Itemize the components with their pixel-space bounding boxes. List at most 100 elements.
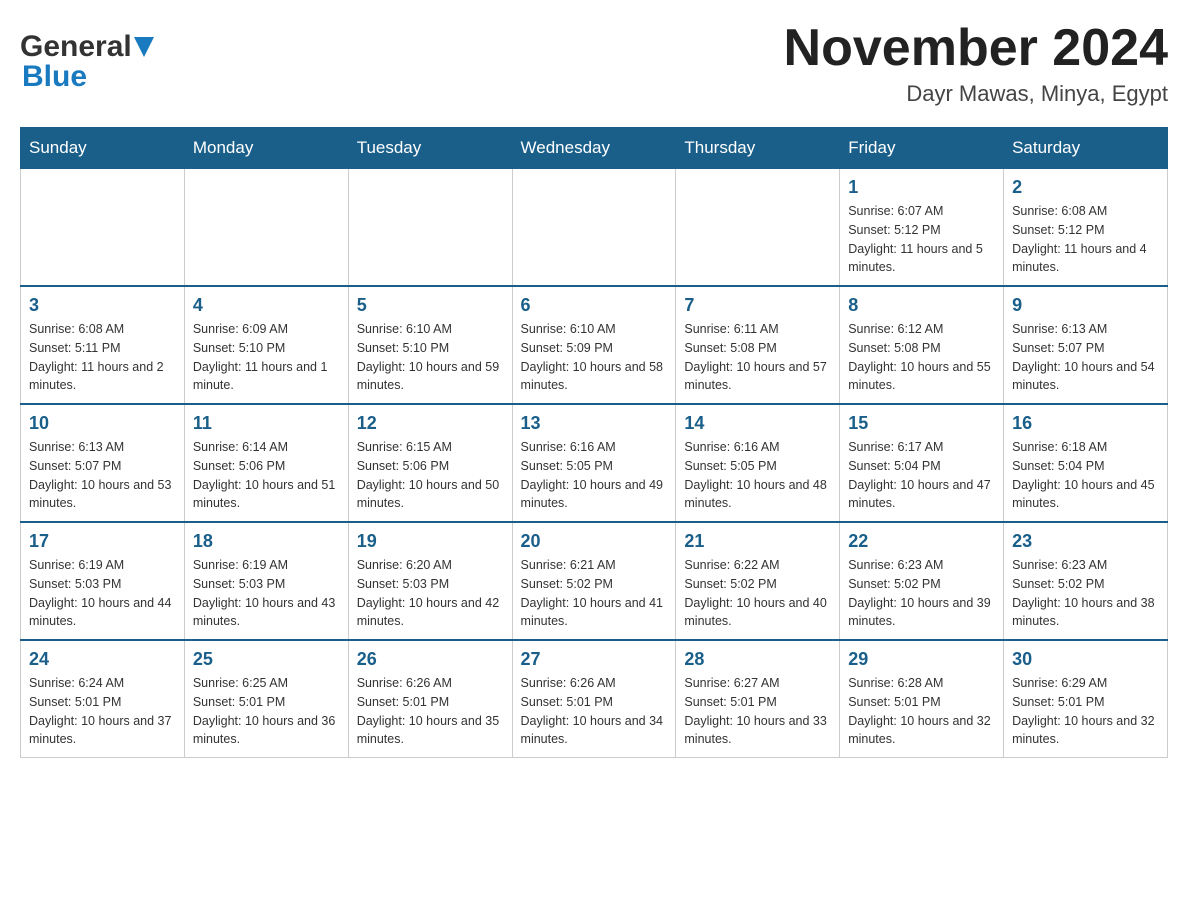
calendar-cell: 13 Sunrise: 6:16 AM Sunset: 5:05 PM Dayli… bbox=[512, 404, 676, 522]
calendar-cell: 12 Sunrise: 6:15 AM Sunset: 5:06 PM Dayli… bbox=[348, 404, 512, 522]
day-info: Sunrise: 6:10 AM Sunset: 5:09 PM Dayligh… bbox=[521, 320, 668, 395]
calendar-cell: 23 Sunrise: 6:23 AM Sunset: 5:02 PM Dayli… bbox=[1004, 522, 1168, 640]
day-number: 7 bbox=[684, 295, 831, 316]
calendar-cell: 1 Sunrise: 6:07 AM Sunset: 5:12 PM Daylig… bbox=[840, 169, 1004, 287]
day-info: Sunrise: 6:26 AM Sunset: 5:01 PM Dayligh… bbox=[521, 674, 668, 749]
day-number: 8 bbox=[848, 295, 995, 316]
day-number: 9 bbox=[1012, 295, 1159, 316]
calendar-cell: 16 Sunrise: 6:18 AM Sunset: 5:04 PM Dayli… bbox=[1004, 404, 1168, 522]
page-header: General Blue November 2024 Dayr Mawas, M… bbox=[20, 20, 1168, 107]
day-number: 22 bbox=[848, 531, 995, 552]
weekday-header-thursday: Thursday bbox=[676, 128, 840, 169]
day-info: Sunrise: 6:10 AM Sunset: 5:10 PM Dayligh… bbox=[357, 320, 504, 395]
day-number: 24 bbox=[29, 649, 176, 670]
day-number: 14 bbox=[684, 413, 831, 434]
weekday-header-monday: Monday bbox=[184, 128, 348, 169]
calendar-cell bbox=[676, 169, 840, 287]
day-number: 17 bbox=[29, 531, 176, 552]
day-number: 13 bbox=[521, 413, 668, 434]
calendar-cell: 4 Sunrise: 6:09 AM Sunset: 5:10 PM Daylig… bbox=[184, 286, 348, 404]
logo-general: General bbox=[20, 30, 132, 64]
calendar-table: SundayMondayTuesdayWednesdayThursdayFrid… bbox=[20, 127, 1168, 758]
day-number: 1 bbox=[848, 177, 995, 198]
calendar-cell: 27 Sunrise: 6:26 AM Sunset: 5:01 PM Dayli… bbox=[512, 640, 676, 758]
day-number: 11 bbox=[193, 413, 340, 434]
calendar-cell: 3Sunrise: 6:08 AM Sunset: 5:11 PM Daylig… bbox=[21, 286, 185, 404]
day-number: 6 bbox=[521, 295, 668, 316]
day-number: 5 bbox=[357, 295, 504, 316]
day-info: Sunrise: 6:23 AM Sunset: 5:02 PM Dayligh… bbox=[1012, 556, 1159, 631]
day-info: Sunrise: 6:16 AM Sunset: 5:05 PM Dayligh… bbox=[684, 438, 831, 513]
calendar-cell bbox=[21, 169, 185, 287]
calendar-cell: 19 Sunrise: 6:20 AM Sunset: 5:03 PM Dayli… bbox=[348, 522, 512, 640]
calendar-header-row: SundayMondayTuesdayWednesdayThursdayFrid… bbox=[21, 128, 1168, 169]
day-number: 4 bbox=[193, 295, 340, 316]
calendar-cell bbox=[184, 169, 348, 287]
calendar-cell: 14 Sunrise: 6:16 AM Sunset: 5:05 PM Dayli… bbox=[676, 404, 840, 522]
day-info: Sunrise: 6:13 AM Sunset: 5:07 PM Dayligh… bbox=[29, 438, 176, 513]
day-number: 23 bbox=[1012, 531, 1159, 552]
calendar-cell: 11 Sunrise: 6:14 AM Sunset: 5:06 PM Dayli… bbox=[184, 404, 348, 522]
day-number: 3 bbox=[29, 295, 176, 316]
calendar-cell: 9 Sunrise: 6:13 AM Sunset: 5:07 PM Daylig… bbox=[1004, 286, 1168, 404]
weekday-header-sunday: Sunday bbox=[21, 128, 185, 169]
calendar-cell: 7 Sunrise: 6:11 AM Sunset: 5:08 PM Daylig… bbox=[676, 286, 840, 404]
day-info: Sunrise: 6:22 AM Sunset: 5:02 PM Dayligh… bbox=[684, 556, 831, 631]
day-info: Sunrise: 6:09 AM Sunset: 5:10 PM Dayligh… bbox=[193, 320, 340, 395]
day-number: 19 bbox=[357, 531, 504, 552]
day-number: 16 bbox=[1012, 413, 1159, 434]
day-number: 30 bbox=[1012, 649, 1159, 670]
day-number: 25 bbox=[193, 649, 340, 670]
day-info: Sunrise: 6:07 AM Sunset: 5:12 PM Dayligh… bbox=[848, 202, 995, 277]
day-number: 2 bbox=[1012, 177, 1159, 198]
day-info: Sunrise: 6:27 AM Sunset: 5:01 PM Dayligh… bbox=[684, 674, 831, 749]
title-section: November 2024 Dayr Mawas, Minya, Egypt bbox=[784, 20, 1168, 107]
day-info: Sunrise: 6:29 AM Sunset: 5:01 PM Dayligh… bbox=[1012, 674, 1159, 749]
day-info: Sunrise: 6:15 AM Sunset: 5:06 PM Dayligh… bbox=[357, 438, 504, 513]
calendar-week-row: 10 Sunrise: 6:13 AM Sunset: 5:07 PM Dayli… bbox=[21, 404, 1168, 522]
day-info: Sunrise: 6:23 AM Sunset: 5:02 PM Dayligh… bbox=[848, 556, 995, 631]
day-number: 27 bbox=[521, 649, 668, 670]
day-info: Sunrise: 6:13 AM Sunset: 5:07 PM Dayligh… bbox=[1012, 320, 1159, 395]
weekday-header-saturday: Saturday bbox=[1004, 128, 1168, 169]
calendar-cell: 6 Sunrise: 6:10 AM Sunset: 5:09 PM Daylig… bbox=[512, 286, 676, 404]
day-info: Sunrise: 6:21 AM Sunset: 5:02 PM Dayligh… bbox=[521, 556, 668, 631]
day-number: 12 bbox=[357, 413, 504, 434]
day-info: Sunrise: 6:14 AM Sunset: 5:06 PM Dayligh… bbox=[193, 438, 340, 513]
weekday-header-wednesday: Wednesday bbox=[512, 128, 676, 169]
day-number: 18 bbox=[193, 531, 340, 552]
calendar-cell: 17 Sunrise: 6:19 AM Sunset: 5:03 PM Dayli… bbox=[21, 522, 185, 640]
day-info: Sunrise: 6:26 AM Sunset: 5:01 PM Dayligh… bbox=[357, 674, 504, 749]
day-info: Sunrise: 6:25 AM Sunset: 5:01 PM Dayligh… bbox=[193, 674, 340, 749]
calendar-cell: 15Sunrise: 6:17 AM Sunset: 5:04 PM Dayli… bbox=[840, 404, 1004, 522]
day-info: Sunrise: 6:08 AM Sunset: 5:12 PM Dayligh… bbox=[1012, 202, 1159, 277]
calendar-cell: 18Sunrise: 6:19 AM Sunset: 5:03 PM Dayli… bbox=[184, 522, 348, 640]
logo: General Blue bbox=[20, 20, 154, 94]
day-info: Sunrise: 6:28 AM Sunset: 5:01 PM Dayligh… bbox=[848, 674, 995, 749]
day-info: Sunrise: 6:18 AM Sunset: 5:04 PM Dayligh… bbox=[1012, 438, 1159, 513]
calendar-week-row: 3Sunrise: 6:08 AM Sunset: 5:11 PM Daylig… bbox=[21, 286, 1168, 404]
logo-blue: Blue bbox=[22, 60, 87, 94]
calendar-cell: 10 Sunrise: 6:13 AM Sunset: 5:07 PM Dayli… bbox=[21, 404, 185, 522]
logo-triangle-icon bbox=[134, 37, 154, 57]
weekday-header-tuesday: Tuesday bbox=[348, 128, 512, 169]
day-number: 10 bbox=[29, 413, 176, 434]
day-info: Sunrise: 6:20 AM Sunset: 5:03 PM Dayligh… bbox=[357, 556, 504, 631]
day-number: 29 bbox=[848, 649, 995, 670]
calendar-cell: 26Sunrise: 6:26 AM Sunset: 5:01 PM Dayli… bbox=[348, 640, 512, 758]
location-subtitle: Dayr Mawas, Minya, Egypt bbox=[784, 81, 1168, 107]
month-year-title: November 2024 bbox=[784, 20, 1168, 77]
calendar-cell: 21 Sunrise: 6:22 AM Sunset: 5:02 PM Dayli… bbox=[676, 522, 840, 640]
day-info: Sunrise: 6:19 AM Sunset: 5:03 PM Dayligh… bbox=[29, 556, 176, 631]
day-number: 21 bbox=[684, 531, 831, 552]
calendar-cell: 30 Sunrise: 6:29 AM Sunset: 5:01 PM Dayli… bbox=[1004, 640, 1168, 758]
calendar-cell: 24Sunrise: 6:24 AM Sunset: 5:01 PM Dayli… bbox=[21, 640, 185, 758]
calendar-week-row: 17 Sunrise: 6:19 AM Sunset: 5:03 PM Dayli… bbox=[21, 522, 1168, 640]
day-info: Sunrise: 6:11 AM Sunset: 5:08 PM Dayligh… bbox=[684, 320, 831, 395]
calendar-cell: 29 Sunrise: 6:28 AM Sunset: 5:01 PM Dayli… bbox=[840, 640, 1004, 758]
day-number: 20 bbox=[521, 531, 668, 552]
day-info: Sunrise: 6:16 AM Sunset: 5:05 PM Dayligh… bbox=[521, 438, 668, 513]
calendar-week-row: 1 Sunrise: 6:07 AM Sunset: 5:12 PM Daylig… bbox=[21, 169, 1168, 287]
calendar-cell: 28Sunrise: 6:27 AM Sunset: 5:01 PM Dayli… bbox=[676, 640, 840, 758]
calendar-cell: 2 Sunrise: 6:08 AM Sunset: 5:12 PM Daylig… bbox=[1004, 169, 1168, 287]
